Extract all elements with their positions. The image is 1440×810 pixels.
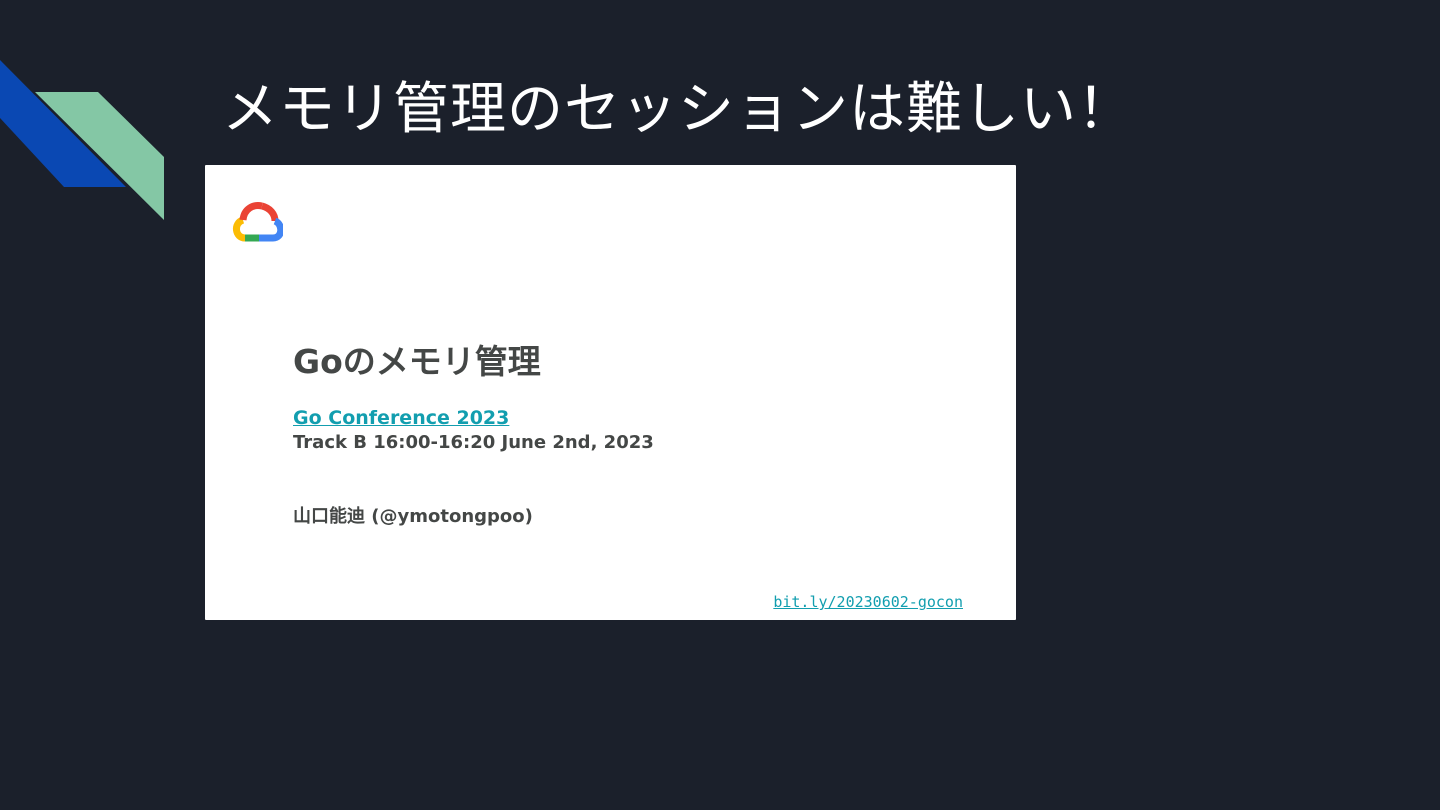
corner-stripes-decoration — [0, 60, 164, 220]
google-cloud-logo-icon — [233, 202, 283, 242]
embedded-slide-title: Goのメモリ管理 — [293, 342, 541, 381]
speaker-name: 山口能迪 (@ymotongpoo) — [293, 506, 533, 527]
track-schedule-text: Track B 16:00-16:20 June 2nd, 2023 — [293, 432, 654, 453]
short-url-link[interactable]: bit.ly/20230602-gocon — [773, 592, 963, 612]
presentation-slide: メモリ管理のセッションは難しい！ Goのメモリ管理 Go Conference … — [0, 0, 1440, 810]
embedded-slide-image: Goのメモリ管理 Go Conference 2023 Track B 16:0… — [205, 165, 1016, 620]
conference-link[interactable]: Go Conference 2023 — [293, 405, 509, 431]
slide-title: メモリ管理のセッションは難しい！ — [222, 77, 1134, 142]
